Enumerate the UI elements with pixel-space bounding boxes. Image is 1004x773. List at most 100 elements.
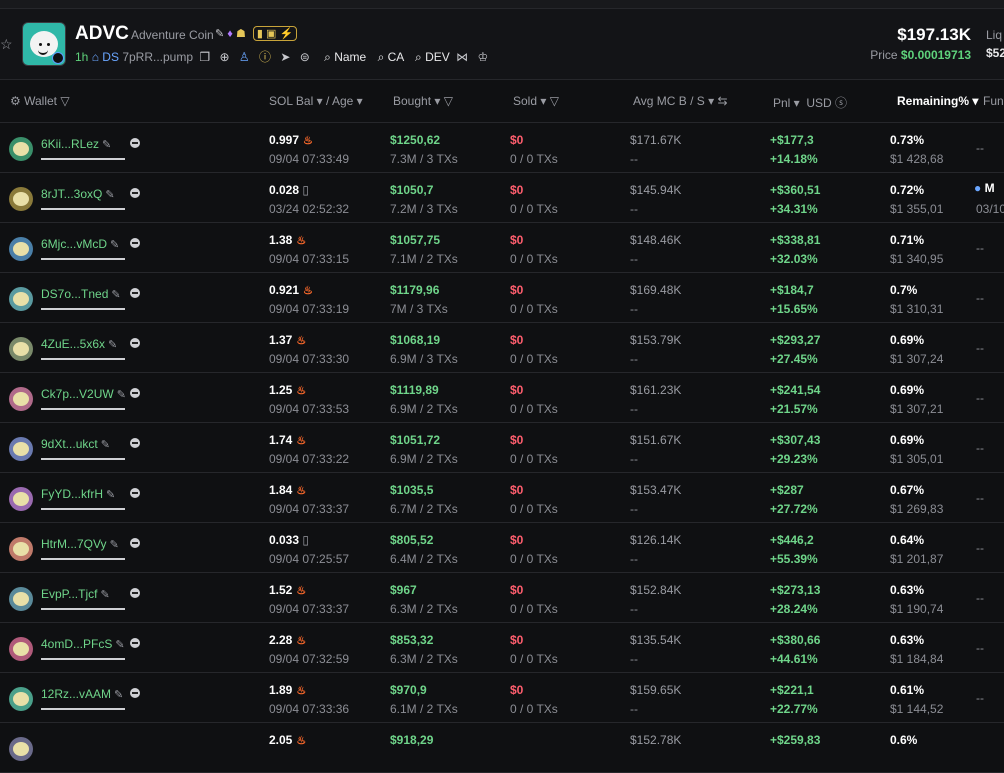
col-funding[interactable]: Fun xyxy=(983,94,1004,108)
holding-bar xyxy=(41,158,125,160)
wallet-address-link[interactable]: 4ZuE...5x6x ✎ xyxy=(41,337,117,351)
col-pnl[interactable]: Pnl ▾ USD ⓢ xyxy=(773,94,847,111)
liquidity-label: Liq xyxy=(986,28,1003,42)
pnl-usd: +$380,66 xyxy=(770,633,821,647)
table-row[interactable]: 4omD...PFcS ✎ 2.28 ♨ 09/04 07:32:59 $853,32 6.… xyxy=(0,623,1004,673)
favorite-star-icon[interactable]: ☆ xyxy=(0,36,13,53)
pnl-usd: +$241,54 xyxy=(770,383,821,397)
wallet-address-link[interactable]: 4omD...PFcS ✎ xyxy=(41,637,125,651)
warning-icon[interactable]: ⓘ xyxy=(259,50,271,64)
sold-usd: $0 xyxy=(510,283,524,297)
token-age: 1h xyxy=(75,50,89,64)
fish-icon: ♨ xyxy=(296,585,307,597)
feature-tags: ▮ ▣ ⚡ xyxy=(252,26,298,41)
table-row[interactable]: 12Rz...vAAM ✎ 1.89 ♨ 09/04 07:33:36 $970,9 6.1… xyxy=(0,673,1004,723)
wallet-address-link[interactable]: Ck7p...V2UW ✎ xyxy=(41,387,126,401)
token-name: Adventure Coin xyxy=(131,28,214,42)
bought-amount: 7.2M / 3 TXs xyxy=(390,202,458,216)
wallet-avatar xyxy=(9,337,33,361)
crown-icon[interactable]: ♔ xyxy=(477,50,488,64)
token-ticker: ADVC xyxy=(75,23,129,44)
table-row[interactable]: 4ZuE...5x6x ✎ 1.37 ♨ 09/04 07:33:30 $1068,19 6… xyxy=(0,323,1004,373)
remaining-percent: 0.67% xyxy=(890,483,925,497)
table-row[interactable]: 9dXt...ukct ✎ 1.74 ♨ 09/04 07:33:22 $1051,72 6… xyxy=(0,423,1004,473)
edit-icon[interactable]: ✎ xyxy=(114,689,123,701)
wallet-address-link[interactable]: 9dXt...ukct ✎ xyxy=(41,437,110,451)
edit-icon[interactable]: ✎ xyxy=(106,489,115,501)
edit-icon[interactable]: ✎ xyxy=(108,339,117,351)
table-row[interactable]: Ck7p...V2UW ✎ 1.25 ♨ 09/04 07:33:53 $1119,89 6… xyxy=(0,373,1004,423)
wallet-address-link[interactable]: 6Mjc...vMcD ✎ xyxy=(41,237,119,251)
copy-icon[interactable]: ❐ xyxy=(199,50,210,64)
sold-usd: $0 xyxy=(510,133,524,147)
bought-amount: 6.9M / 2 TXs xyxy=(390,452,458,466)
col-sold[interactable]: Sold ▾ ▽ xyxy=(513,94,559,108)
col-wallet[interactable]: ⚙ Wallet ▽ xyxy=(10,94,70,108)
avg-mc-buy: $152.78K xyxy=(630,733,682,747)
table-row[interactable]: EvpP...Tjcf ✎ 1.52 ♨ 09/04 07:33:37 $967 6.3M … xyxy=(0,573,1004,623)
table-row[interactable]: DS7o...Tned ✎ 0.921 ♨ 09/04 07:33:19 $1179,96… xyxy=(0,273,1004,323)
edit-icon[interactable]: ✎ xyxy=(111,289,120,301)
holding-bar xyxy=(41,458,125,460)
search-dev-link[interactable]: ⌕ DEV xyxy=(415,50,450,64)
col-avg-mc[interactable]: Avg MC B / S ▾ ⇆ xyxy=(633,94,728,108)
wallet-address-link[interactable]: DS7o...Tned ✎ xyxy=(41,287,121,301)
telegram-icon[interactable]: ➤ xyxy=(280,50,290,64)
pnl-percent: +44.61% xyxy=(770,652,818,666)
avg-mc-buy: $151.67K xyxy=(630,433,682,447)
remaining-usd: $1 340,95 xyxy=(890,252,944,266)
avg-mc-sell: -- xyxy=(630,552,638,566)
wallet-address-link[interactable]: 8rJT...3oxQ ✎ xyxy=(41,187,115,201)
sol-balance: 1.89 ♨ xyxy=(269,683,307,697)
platform-icon xyxy=(130,638,140,648)
wallet-address-link[interactable]: HtrM...7QVy ✎ xyxy=(41,537,119,551)
table-row[interactable]: 8rJT...3oxQ ✎ 0.028 ▯ 03/24 02:52:32 $1050,7… xyxy=(0,173,1004,223)
edit-icon[interactable]: ✎ xyxy=(110,239,119,251)
wallet-address-link[interactable]: 12Rz...vAAM ✎ xyxy=(41,687,123,701)
table-row[interactable]: 6Mjc...vMcD ✎ 1.38 ♨ 09/04 07:33:15 $1057,75 7… xyxy=(0,223,1004,273)
pnl-percent: +14.18% xyxy=(770,152,818,166)
funding-source[interactable]: ● M xyxy=(974,181,995,195)
table-row[interactable]: FyYD...kfrH ✎ 1.84 ♨ 09/04 07:33:37 $1035,5 6.… xyxy=(0,473,1004,523)
token-header: ☆ ADVC Adventure Coin ✎ ♦ ☗ ▮ ▣ ⚡ 1h ⌂ D… xyxy=(0,9,1004,80)
wallet-address-link[interactable]: EvpP...Tjcf ✎ xyxy=(41,587,110,601)
pnl-percent: +32.03% xyxy=(770,252,818,266)
menu-circle-icon[interactable]: ⊜ xyxy=(300,50,310,64)
edit-icon[interactable]: ✎ xyxy=(110,539,119,551)
search-name-link[interactable]: ⌕ Name xyxy=(324,50,366,64)
wallet-address-link[interactable]: 6Kii...RLez ✎ xyxy=(41,137,111,151)
search-ca-link[interactable]: ⌕ CA xyxy=(378,50,404,64)
col-sol-bal[interactable]: SOL Bal ▾ / Age ▾ xyxy=(269,94,363,108)
funding-source: -- xyxy=(976,591,984,605)
table-row[interactable]: 6Kii...RLez ✎ 0.997 ♨ 09/04 07:33:49 $1250,62… xyxy=(0,123,1004,173)
sol-balance: 0.033 ▯ xyxy=(269,533,309,547)
bought-amount: 6.9M / 2 TXs xyxy=(390,402,458,416)
table-row[interactable]: 2.05 ♨ $918,29 $152.78K +$259,83 0.6% xyxy=(0,723,1004,773)
remaining-usd: $1 201,87 xyxy=(890,552,944,566)
edit-icon[interactable]: ✎ xyxy=(101,439,110,451)
edit-icon[interactable]: ✎ xyxy=(105,189,114,201)
platform-icon xyxy=(130,388,140,398)
globe-icon[interactable]: ⊕ xyxy=(219,50,229,64)
home-icon[interactable]: ⌂ xyxy=(92,50,99,64)
wallet-avatar xyxy=(9,287,33,311)
user-icon[interactable]: ♙ xyxy=(239,50,250,64)
last-activity-time: 09/04 07:33:30 xyxy=(269,352,350,366)
edit-icon[interactable]: ✎ xyxy=(100,589,109,601)
col-bought[interactable]: Bought ▾ ▽ xyxy=(393,94,453,108)
funding-source: -- xyxy=(976,491,984,505)
wallet-address-link[interactable]: FyYD...kfrH ✎ xyxy=(41,487,115,501)
edit-icon[interactable]: ✎ xyxy=(102,139,111,151)
table-row[interactable]: HtrM...7QVy ✎ 0.033 ▯ 09/04 07:25:57 $805,52… xyxy=(0,523,1004,573)
edit-icon[interactable]: ✎ xyxy=(115,639,124,651)
platform-icon xyxy=(130,138,140,148)
last-activity-time: 09/04 07:33:19 xyxy=(269,302,350,316)
sol-balance: 1.74 ♨ xyxy=(269,433,307,447)
edit-icon[interactable]: ✎ xyxy=(117,389,126,401)
share-icon[interactable]: ⋈ xyxy=(456,50,468,64)
pnl-usd: +$287 xyxy=(770,483,804,497)
col-remaining[interactable]: Remaining% ▾ xyxy=(897,94,978,108)
edit-icon[interactable]: ✎ xyxy=(215,28,224,40)
ds-link[interactable]: DS xyxy=(102,50,119,64)
fish-icon: ♨ xyxy=(296,635,307,647)
